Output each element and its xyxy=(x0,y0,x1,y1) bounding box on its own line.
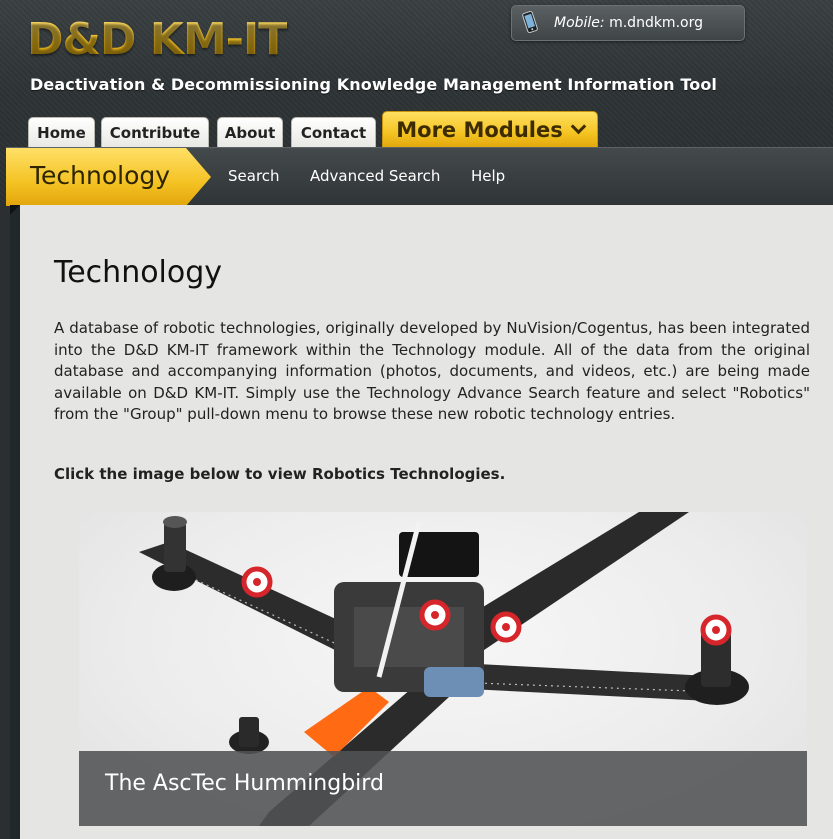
nav-advanced-search[interactable]: Advanced Search xyxy=(310,167,440,185)
marker-icon xyxy=(490,611,522,643)
nav-help[interactable]: Help xyxy=(471,167,505,185)
mobile-site-link[interactable]: Mobile: m.dndkm.org xyxy=(511,5,745,41)
site-subtitle: Deactivation & Decommissioning Knowledge… xyxy=(30,75,718,94)
image-caption: The AscTec Hummingbird xyxy=(105,771,384,796)
phone-icon xyxy=(522,10,538,34)
marker-icon xyxy=(700,614,732,646)
robotics-image-link[interactable]: The AscTec Hummingbird xyxy=(79,512,807,826)
image-caption-bar: The AscTec Hummingbird xyxy=(79,751,807,826)
mobile-text[interactable]: Mobile: m.dndkm.org xyxy=(554,15,703,31)
site-logo[interactable]: D&D KM-IT xyxy=(27,14,288,65)
tab-home[interactable]: Home xyxy=(28,117,95,147)
tab-more-modules[interactable]: More Modules xyxy=(382,111,598,147)
module-title: Technology xyxy=(30,161,171,190)
mobile-label: Mobile: xyxy=(554,15,605,31)
cta-text: Click the image below to view Robotics T… xyxy=(54,465,506,483)
marker-icon xyxy=(241,566,273,598)
tab-contact[interactable]: Contact xyxy=(291,117,376,147)
mobile-url[interactable]: m.dndkm.org xyxy=(609,15,703,31)
chevron-down-icon xyxy=(570,118,587,135)
nav-search[interactable]: Search xyxy=(228,167,280,185)
tab-contribute[interactable]: Contribute xyxy=(101,117,209,147)
more-modules-label: More Modules xyxy=(396,118,563,142)
description-text: A database of robotic technologies, orig… xyxy=(54,319,810,423)
marker-icon xyxy=(419,599,451,631)
module-nav-bar: Technology Search Advanced Search Help xyxy=(6,147,833,206)
tab-about[interactable]: About xyxy=(217,117,283,147)
module-title-badge[interactable]: Technology xyxy=(6,148,211,206)
page-title: Technology xyxy=(54,255,223,290)
